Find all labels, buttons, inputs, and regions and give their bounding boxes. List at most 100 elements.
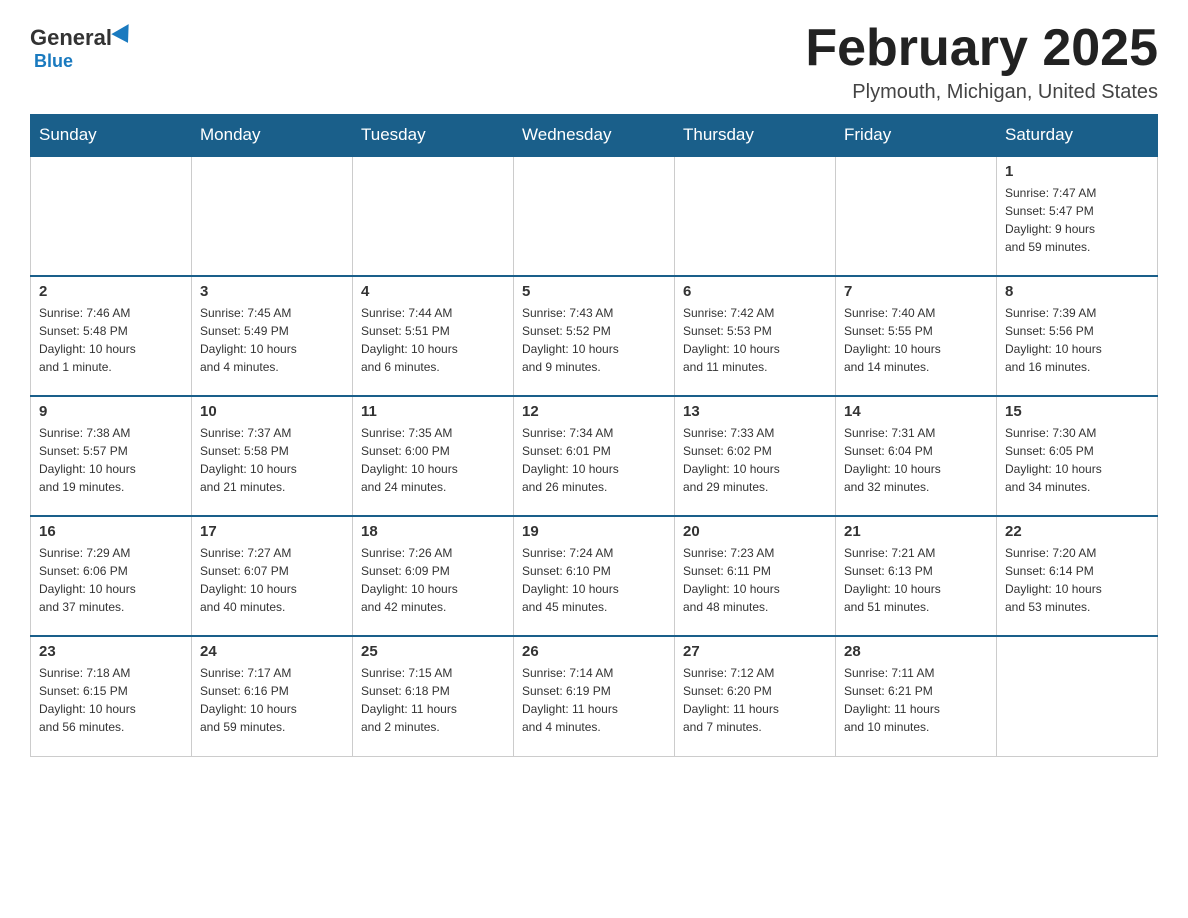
- calendar-cell: 26 Sunrise: 7:14 AM Sunset: 6:19 PM Dayli…: [514, 636, 675, 756]
- day-number: 24: [200, 643, 344, 660]
- day-number: 19: [522, 523, 666, 540]
- calendar-cell: 7Sunrise: 7:40 AM Sunset: 5:55 PM Daylig…: [836, 276, 997, 396]
- day-number: 4: [361, 283, 505, 300]
- logo-general: General: [30, 25, 112, 51]
- logo: General Blue: [30, 20, 134, 72]
- page-header: General Blue February 2025 Plymouth, Mic…: [30, 20, 1158, 104]
- calendar-cell: 16 Sunrise: 7:29 AM Sunset: 6:06 PM Dayli…: [31, 516, 192, 636]
- day-info: Sunrise: 7:30 AM Sunset: 6:05 PM Dayligh…: [1005, 424, 1149, 496]
- day-number: 17: [200, 523, 344, 540]
- day-info: Sunrise: 7:43 AM Sunset: 5:52 PM Dayligh…: [522, 304, 666, 376]
- calendar-cell: 15Sunrise: 7:30 AM Sunset: 6:05 PM Dayli…: [997, 396, 1158, 516]
- weekday-header-row: SundayMondayTuesdayWednesdayThursdayFrid…: [31, 115, 1158, 157]
- title-area: February 2025 Plymouth, Michigan, United…: [805, 20, 1158, 104]
- day-number: 10: [200, 403, 344, 420]
- calendar-week-5: 23 Sunrise: 7:18 AM Sunset: 6:15 PM Dayli…: [31, 636, 1158, 756]
- day-number: 3: [200, 283, 344, 300]
- day-info: Sunrise: 7:11 AM Sunset: 6:21 PM Dayligh…: [844, 664, 988, 736]
- day-info: Sunrise: 7:42 AM Sunset: 5:53 PM Dayligh…: [683, 304, 827, 376]
- day-info: Sunrise: 7:23 AM Sunset: 6:11 PM Dayligh…: [683, 544, 827, 616]
- day-number: 14: [844, 403, 988, 420]
- calendar-cell: 18 Sunrise: 7:26 AM Sunset: 6:09 PM Dayli…: [353, 516, 514, 636]
- day-info: Sunrise: 7:44 AM Sunset: 5:51 PM Dayligh…: [361, 304, 505, 376]
- calendar-cell: 1 Sunrise: 7:47 AM Sunset: 5:47 PM Daylig…: [997, 156, 1158, 276]
- day-number: 12: [522, 403, 666, 420]
- day-info: Sunrise: 7:45 AM Sunset: 5:49 PM Dayligh…: [200, 304, 344, 376]
- calendar-cell: 9Sunrise: 7:38 AM Sunset: 5:57 PM Daylig…: [31, 396, 192, 516]
- weekday-header-friday: Friday: [836, 115, 997, 157]
- calendar-cell: 6 Sunrise: 7:42 AM Sunset: 5:53 PM Daylig…: [675, 276, 836, 396]
- day-number: 13: [683, 403, 827, 420]
- day-number: 20: [683, 523, 827, 540]
- day-info: Sunrise: 7:47 AM Sunset: 5:47 PM Dayligh…: [1005, 184, 1149, 256]
- day-number: 28: [844, 643, 988, 660]
- calendar-cell: [514, 156, 675, 276]
- day-info: Sunrise: 7:40 AM Sunset: 5:55 PM Dayligh…: [844, 304, 988, 376]
- weekday-header-thursday: Thursday: [675, 115, 836, 157]
- calendar-cell: [997, 636, 1158, 756]
- day-info: Sunrise: 7:33 AM Sunset: 6:02 PM Dayligh…: [683, 424, 827, 496]
- day-info: Sunrise: 7:24 AM Sunset: 6:10 PM Dayligh…: [522, 544, 666, 616]
- calendar-cell: 21 Sunrise: 7:21 AM Sunset: 6:13 PM Dayli…: [836, 516, 997, 636]
- day-number: 23: [39, 643, 183, 660]
- day-number: 27: [683, 643, 827, 660]
- day-number: 21: [844, 523, 988, 540]
- day-info: Sunrise: 7:35 AM Sunset: 6:00 PM Dayligh…: [361, 424, 505, 496]
- day-info: Sunrise: 7:37 AM Sunset: 5:58 PM Dayligh…: [200, 424, 344, 496]
- location: Plymouth, Michigan, United States: [805, 81, 1158, 104]
- day-info: Sunrise: 7:31 AM Sunset: 6:04 PM Dayligh…: [844, 424, 988, 496]
- day-info: Sunrise: 7:29 AM Sunset: 6:06 PM Dayligh…: [39, 544, 183, 616]
- weekday-header-tuesday: Tuesday: [353, 115, 514, 157]
- day-number: 8: [1005, 283, 1149, 300]
- calendar-table: SundayMondayTuesdayWednesdayThursdayFrid…: [30, 114, 1158, 757]
- weekday-header-monday: Monday: [192, 115, 353, 157]
- calendar-cell: [675, 156, 836, 276]
- calendar-cell: 12Sunrise: 7:34 AM Sunset: 6:01 PM Dayli…: [514, 396, 675, 516]
- day-number: 25: [361, 643, 505, 660]
- calendar-cell: [192, 156, 353, 276]
- day-number: 22: [1005, 523, 1149, 540]
- day-info: Sunrise: 7:38 AM Sunset: 5:57 PM Dayligh…: [39, 424, 183, 496]
- day-number: 6: [683, 283, 827, 300]
- weekday-header-saturday: Saturday: [997, 115, 1158, 157]
- calendar-cell: 23 Sunrise: 7:18 AM Sunset: 6:15 PM Dayli…: [31, 636, 192, 756]
- calendar-cell: 27 Sunrise: 7:12 AM Sunset: 6:20 PM Dayli…: [675, 636, 836, 756]
- calendar-week-2: 2Sunrise: 7:46 AM Sunset: 5:48 PM Daylig…: [31, 276, 1158, 396]
- day-info: Sunrise: 7:27 AM Sunset: 6:07 PM Dayligh…: [200, 544, 344, 616]
- day-number: 18: [361, 523, 505, 540]
- day-number: 5: [522, 283, 666, 300]
- day-info: Sunrise: 7:18 AM Sunset: 6:15 PM Dayligh…: [39, 664, 183, 736]
- day-info: Sunrise: 7:17 AM Sunset: 6:16 PM Dayligh…: [200, 664, 344, 736]
- calendar-cell: 14 Sunrise: 7:31 AM Sunset: 6:04 PM Dayli…: [836, 396, 997, 516]
- day-number: 26: [522, 643, 666, 660]
- calendar-cell: 25 Sunrise: 7:15 AM Sunset: 6:18 PM Dayli…: [353, 636, 514, 756]
- day-info: Sunrise: 7:12 AM Sunset: 6:20 PM Dayligh…: [683, 664, 827, 736]
- day-info: Sunrise: 7:15 AM Sunset: 6:18 PM Dayligh…: [361, 664, 505, 736]
- calendar-cell: [836, 156, 997, 276]
- day-info: Sunrise: 7:14 AM Sunset: 6:19 PM Dayligh…: [522, 664, 666, 736]
- day-number: 16: [39, 523, 183, 540]
- calendar-cell: 28 Sunrise: 7:11 AM Sunset: 6:21 PM Dayli…: [836, 636, 997, 756]
- calendar-week-1: 1 Sunrise: 7:47 AM Sunset: 5:47 PM Daylig…: [31, 156, 1158, 276]
- day-number: 1: [1005, 163, 1149, 180]
- calendar-cell: 22Sunrise: 7:20 AM Sunset: 6:14 PM Dayli…: [997, 516, 1158, 636]
- calendar-cell: [31, 156, 192, 276]
- calendar-cell: 19 Sunrise: 7:24 AM Sunset: 6:10 PM Dayli…: [514, 516, 675, 636]
- day-info: Sunrise: 7:39 AM Sunset: 5:56 PM Dayligh…: [1005, 304, 1149, 376]
- calendar-cell: 24 Sunrise: 7:17 AM Sunset: 6:16 PM Dayli…: [192, 636, 353, 756]
- calendar-cell: 5 Sunrise: 7:43 AM Sunset: 5:52 PM Daylig…: [514, 276, 675, 396]
- month-title: February 2025: [805, 20, 1158, 77]
- weekday-header-sunday: Sunday: [31, 115, 192, 157]
- calendar-cell: 2Sunrise: 7:46 AM Sunset: 5:48 PM Daylig…: [31, 276, 192, 396]
- day-info: Sunrise: 7:21 AM Sunset: 6:13 PM Dayligh…: [844, 544, 988, 616]
- logo-blue: Blue: [34, 51, 73, 71]
- calendar-cell: 10 Sunrise: 7:37 AM Sunset: 5:58 PM Dayli…: [192, 396, 353, 516]
- calendar-cell: 4 Sunrise: 7:44 AM Sunset: 5:51 PM Daylig…: [353, 276, 514, 396]
- calendar-week-4: 16 Sunrise: 7:29 AM Sunset: 6:06 PM Dayli…: [31, 516, 1158, 636]
- day-number: 11: [361, 403, 505, 420]
- calendar-cell: 11 Sunrise: 7:35 AM Sunset: 6:00 PM Dayli…: [353, 396, 514, 516]
- calendar-week-3: 9Sunrise: 7:38 AM Sunset: 5:57 PM Daylig…: [31, 396, 1158, 516]
- day-info: Sunrise: 7:26 AM Sunset: 6:09 PM Dayligh…: [361, 544, 505, 616]
- calendar-cell: 8 Sunrise: 7:39 AM Sunset: 5:56 PM Daylig…: [997, 276, 1158, 396]
- calendar-cell: [353, 156, 514, 276]
